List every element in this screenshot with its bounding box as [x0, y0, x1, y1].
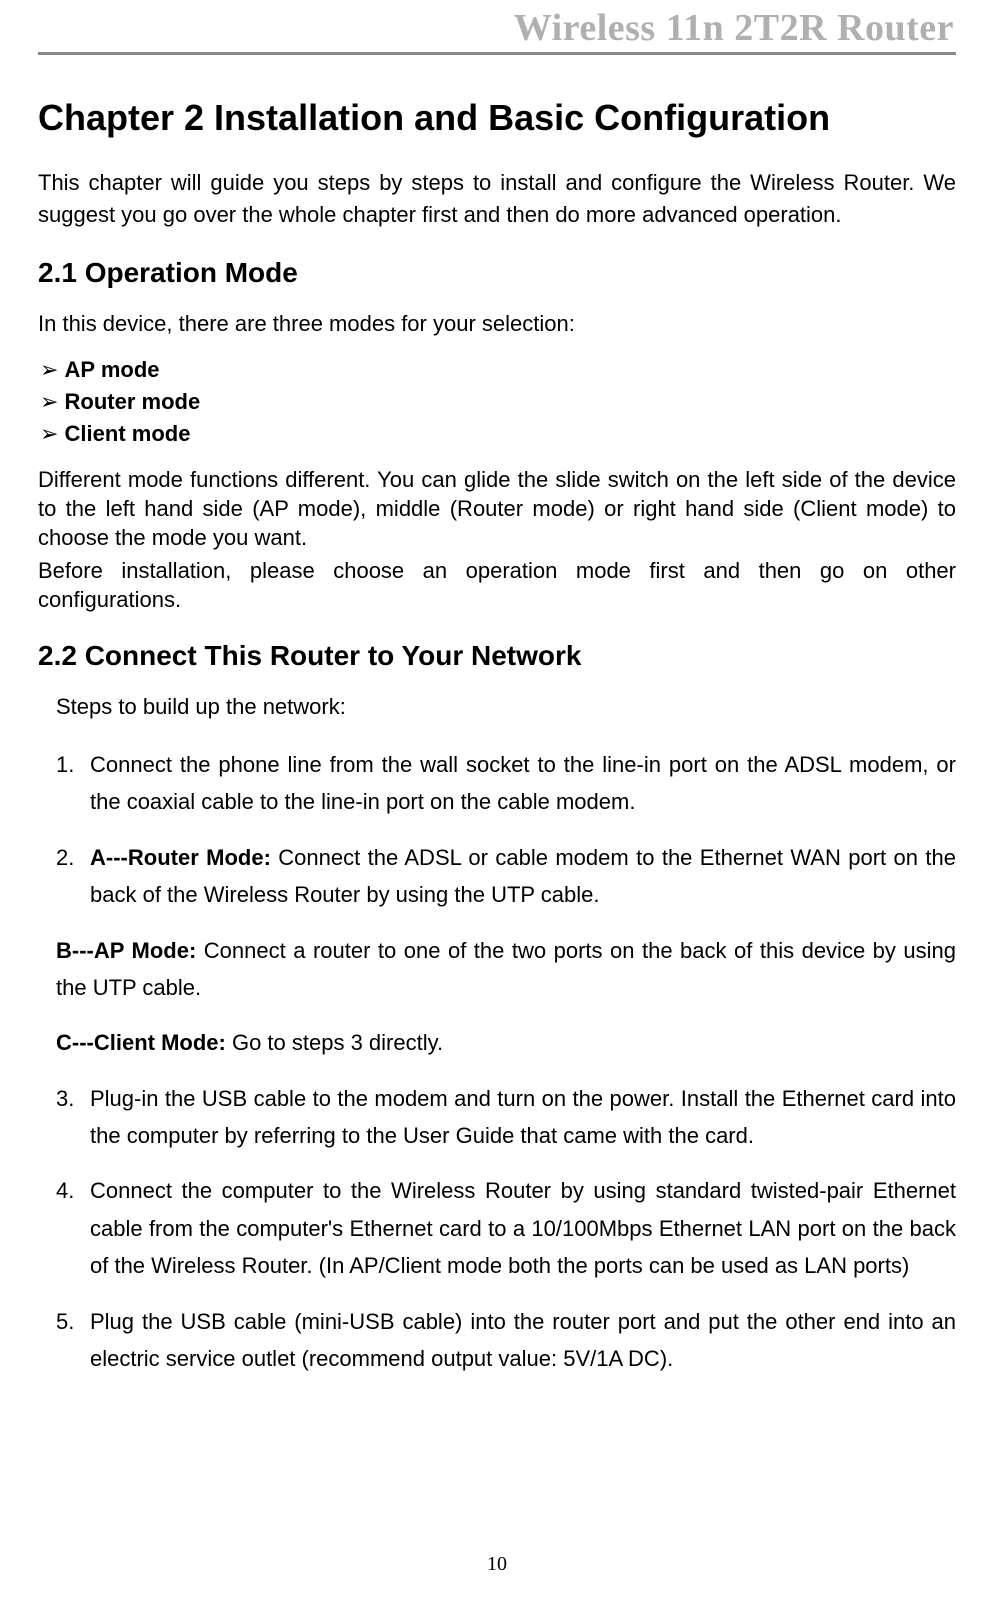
steps-intro: Steps to build up the network: — [56, 694, 956, 720]
chapter-title: Chapter 2 Installation and Basic Configu… — [38, 97, 956, 139]
step-4: 4. Connect the computer to the Wireless … — [56, 1172, 956, 1284]
section-2-1-para2: Before installation, please choose an op… — [38, 556, 956, 614]
section-2-1-heading: 2.1 Operation Mode — [38, 257, 956, 289]
step-2c-text: Go to steps 3 directly. — [226, 1030, 443, 1055]
step-text: Connect the phone line from the wall soc… — [90, 752, 956, 814]
running-header: Wireless 11n 2T2R Router — [38, 0, 956, 50]
header-rule — [38, 52, 956, 55]
step-5: 5. Plug the USB cable (mini-USB cable) i… — [56, 1303, 956, 1378]
step-number: 4. — [56, 1172, 74, 1209]
steps-list-continued: 3. Plug-in the USB cable to the modem an… — [56, 1080, 956, 1378]
mode-list-item: Client mode — [40, 421, 956, 447]
chapter-intro: This chapter will guide you steps by ste… — [38, 167, 956, 231]
step-2c-label: C---Client Mode: — [56, 1030, 226, 1055]
steps-list: 1. Connect the phone line from the wall … — [56, 746, 956, 914]
step-text: Connect the computer to the Wireless Rou… — [90, 1178, 956, 1278]
step-2c: C---Client Mode: Go to steps 3 directly. — [56, 1024, 956, 1061]
step-3: 3. Plug-in the USB cable to the modem an… — [56, 1080, 956, 1155]
page-number: 10 — [0, 1553, 994, 1576]
step-2a-label: A---Router Mode: — [90, 845, 271, 870]
step-number: 5. — [56, 1303, 74, 1340]
step-number: 2. — [56, 839, 74, 876]
section-2-1-intro: In this device, there are three modes fo… — [38, 311, 956, 337]
section-2-2-heading: 2.2 Connect This Router to Your Network — [38, 640, 956, 672]
step-2: 2. A---Router Mode: Connect the ADSL or … — [56, 839, 956, 914]
step-text: Plug the USB cable (mini-USB cable) into… — [90, 1309, 956, 1371]
step-1: 1. Connect the phone line from the wall … — [56, 746, 956, 821]
step-text: Plug-in the USB cable to the modem and t… — [90, 1086, 956, 1148]
mode-list-item: Router mode — [40, 389, 956, 415]
step-2b-label: B---AP Mode: — [56, 938, 196, 963]
mode-list-item: AP mode — [40, 357, 956, 383]
step-2b: B---AP Mode: Connect a router to one of … — [56, 932, 956, 1007]
step-number: 3. — [56, 1080, 74, 1117]
mode-list: AP mode Router mode Client mode — [38, 357, 956, 447]
step-number: 1. — [56, 746, 74, 783]
section-2-1-para1: Different mode functions different. You … — [38, 465, 956, 552]
